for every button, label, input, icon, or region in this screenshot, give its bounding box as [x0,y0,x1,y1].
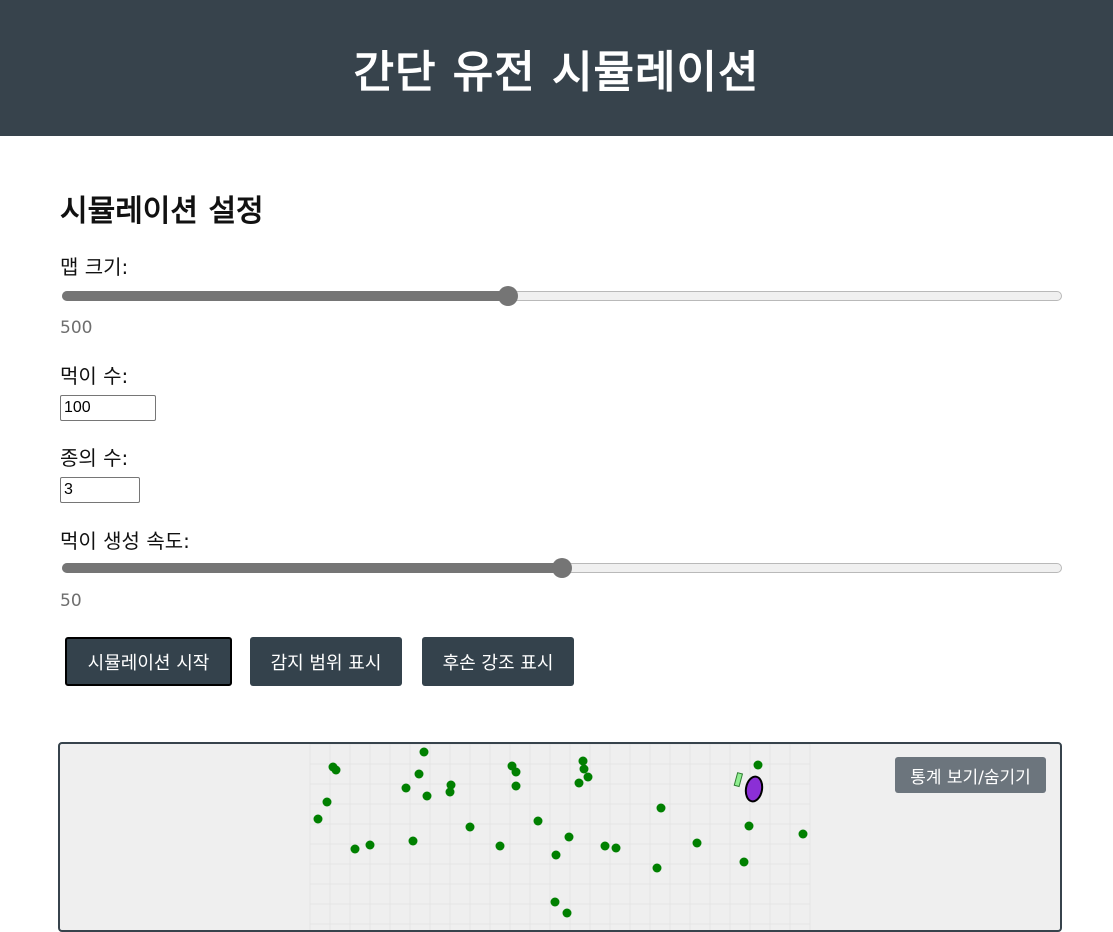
food-pellet [600,841,610,851]
food-rate-label: 먹이 생성 속도: [60,529,190,553]
food-pellet [692,838,702,848]
food-pellet [551,850,561,860]
food-count-input[interactable] [60,395,156,421]
food-rate-slider[interactable] [62,558,1062,578]
stats-toggle-button[interactable]: 통계 보기/숨기기 [895,757,1046,793]
food-pellet [331,765,341,775]
food-pellet [798,829,808,839]
food-pellet [511,767,521,777]
show-detection-range-button[interactable]: 감지 범위 표시 [250,637,402,686]
food-pellet [533,816,543,826]
food-pellet [579,764,589,774]
food-rate-value: 50 [60,591,82,611]
settings-panel: 시뮬레이션 설정 맵 크기: 500 먹이 수: 종의 수: 먹이 생성 속도:… [60,186,1062,686]
food-pellet [313,814,323,824]
food-pellet [656,803,666,813]
map-size-slider-thumb[interactable] [498,286,518,306]
map-size-value: 500 [60,318,93,338]
food-pellet [322,797,332,807]
food-count-label: 먹이 수: [60,364,129,388]
highlight-offspring-button[interactable]: 후손 강조 표시 [422,637,574,686]
food-pellet [401,783,411,793]
food-rate-slider-thumb[interactable] [552,558,572,578]
food-pellet [419,747,429,757]
food-pellet [739,857,749,867]
food-pellet [550,897,560,907]
food-pellet [583,772,593,782]
food-pellet [564,832,574,842]
food-pellet [511,781,521,791]
start-simulation-button[interactable]: 시뮬레이션 시작 [65,637,232,686]
creature [744,775,764,803]
food-pellet [652,863,662,873]
species-count-input[interactable] [60,477,140,503]
simulation-canvas[interactable]: 통계 보기/숨기기 [58,742,1062,932]
app-header: 간단 유전 시뮬레이션 [0,0,1113,136]
species-count-label: 종의 수: [60,446,129,470]
settings-heading: 시뮬레이션 설정 [60,194,264,229]
food-pellet [562,908,572,918]
map-size-label: 맵 크기: [60,255,129,279]
food-pellet [744,821,754,831]
map-size-slider[interactable] [62,286,1062,306]
food-pellet [611,843,621,853]
food-pellet [495,841,505,851]
food-pellet [753,760,763,770]
food-pellet [574,778,584,788]
food-pellet [350,844,360,854]
food-pellet [578,756,588,766]
food-pellet [445,787,455,797]
map-grid [309,744,811,930]
food-pellet [365,840,375,850]
food-pellet [414,769,424,779]
food-pellet [422,791,432,801]
page-title: 간단 유전 시뮬레이션 [353,47,760,98]
food-pellet [408,836,418,846]
food-pellet [465,822,475,832]
